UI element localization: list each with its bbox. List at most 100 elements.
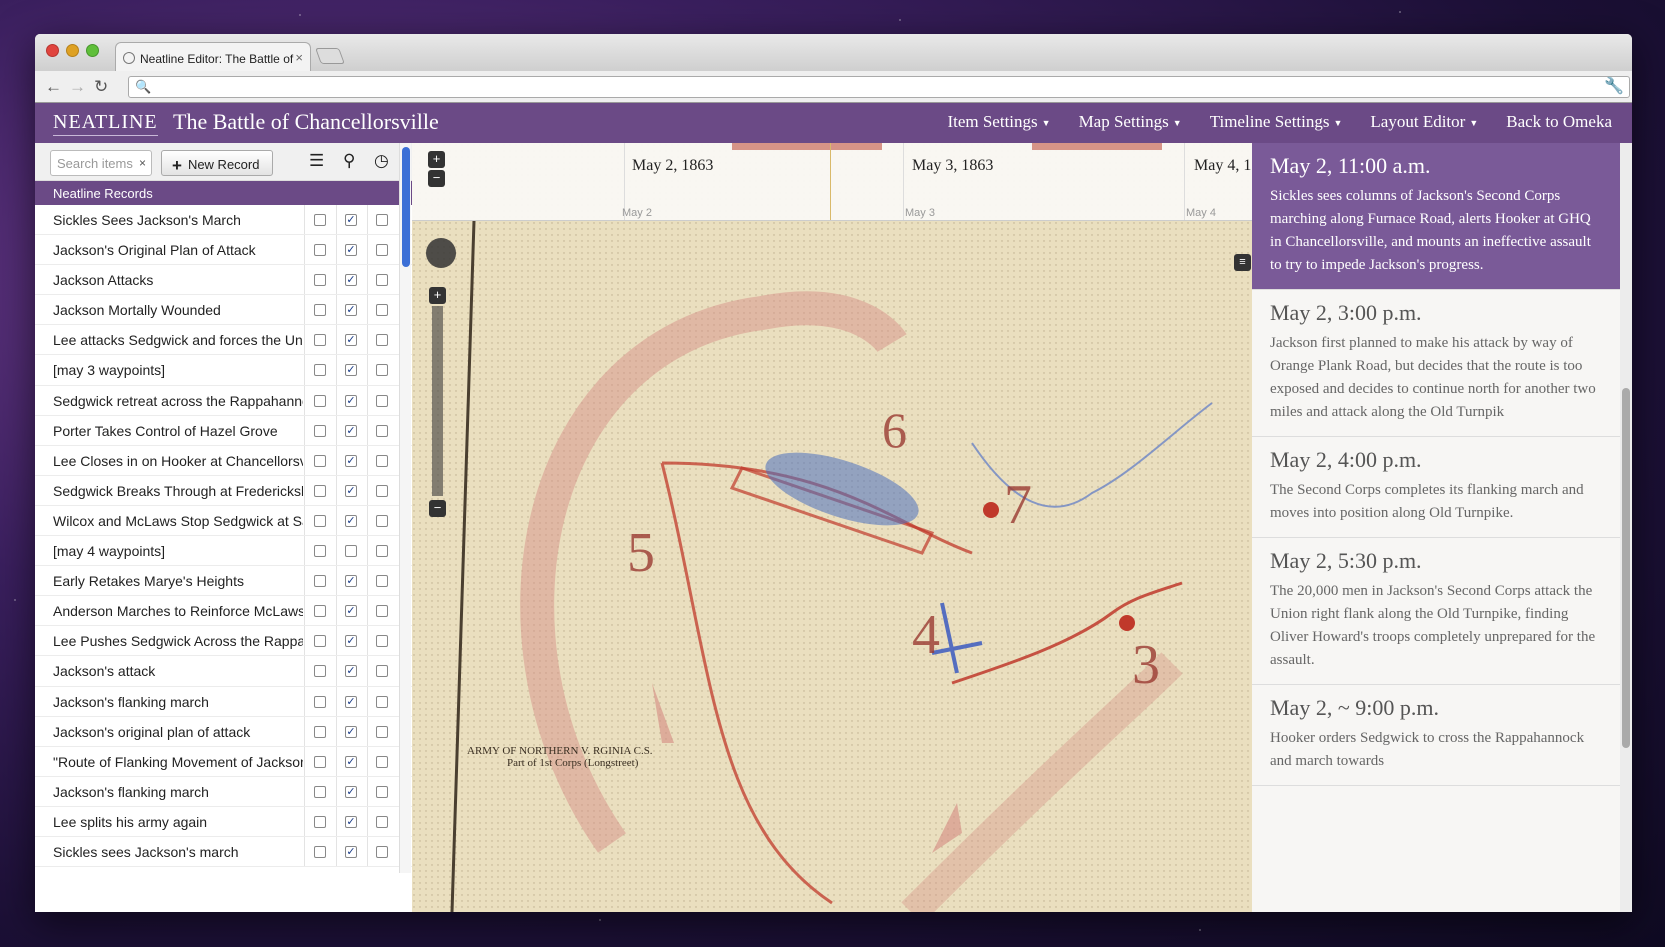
map-visibility-checkbox[interactable]: ✓ xyxy=(345,334,357,347)
list-visibility-checkbox[interactable] xyxy=(314,815,326,828)
timeline-visibility-checkbox[interactable] xyxy=(376,545,388,558)
map-visibility-checkbox[interactable]: ✓ xyxy=(345,575,357,588)
list-visibility-checkbox[interactable] xyxy=(314,605,326,618)
list-visibility-checkbox[interactable] xyxy=(314,484,326,497)
list-visibility-checkbox[interactable] xyxy=(314,545,326,558)
map-visibility-checkbox[interactable]: ✓ xyxy=(345,454,357,467)
record-title[interactable]: Porter Takes Control of Hazel Grove xyxy=(53,423,303,439)
sidebar-scrollbar[interactable] xyxy=(399,143,411,873)
list-visibility-checkbox[interactable] xyxy=(314,394,326,407)
timeline-visibility-checkbox[interactable] xyxy=(376,605,388,618)
record-title[interactable]: Lee Closes in on Hooker at Chancellorsvi xyxy=(53,453,303,469)
map-zoom-slider[interactable] xyxy=(432,306,443,496)
map-visibility-checkbox[interactable]: ✓ xyxy=(345,214,357,226)
map-visibility-checkbox[interactable]: ✓ xyxy=(345,635,357,648)
timeline-visibility-checkbox[interactable] xyxy=(376,484,388,497)
close-window-icon[interactable] xyxy=(46,44,59,57)
clear-search-icon[interactable]: × xyxy=(139,156,146,170)
map-visibility-checkbox[interactable] xyxy=(345,545,357,558)
timeline-visibility-checkbox[interactable] xyxy=(376,755,388,768)
record-title[interactable]: Lee attacks Sedgwick and forces the Unio xyxy=(53,332,303,348)
map-visibility-checkbox[interactable]: ✓ xyxy=(345,304,357,317)
timeline-visibility-checkbox[interactable] xyxy=(376,785,388,798)
record-row[interactable]: Sickles Sees Jackson's March ✓ xyxy=(35,205,412,236)
record-title[interactable]: [may 4 waypoints] xyxy=(53,543,303,559)
record-row[interactable]: Lee attacks Sedgwick and forces the Unio… xyxy=(35,325,412,356)
timeline-visibility-checkbox[interactable] xyxy=(376,274,388,287)
timeline-visibility-checkbox[interactable] xyxy=(376,364,388,377)
record-row[interactable]: Wilcox and McLaws Stop Sedgwick at Sa ✓ xyxy=(35,505,412,537)
list-visibility-checkbox[interactable] xyxy=(314,274,326,287)
neatline-logo[interactable]: NEATLINE xyxy=(53,111,158,136)
record-title[interactable]: Lee Pushes Sedgwick Across the Rappah xyxy=(53,633,303,649)
back-icon[interactable]: ← xyxy=(45,77,62,97)
scroll-thumb[interactable] xyxy=(402,147,410,267)
record-row[interactable]: Jackson's Original Plan of Attack ✓ xyxy=(35,235,412,266)
record-title[interactable]: Jackson Attacks xyxy=(53,272,303,288)
timeline-visibility-checkbox[interactable] xyxy=(376,725,388,738)
menu-timeline-settings[interactable]: Timeline Settings ▼ xyxy=(1210,112,1343,132)
list-visibility-checkbox[interactable] xyxy=(314,785,326,798)
list-visibility-checkbox[interactable] xyxy=(314,454,326,467)
tab-close-icon[interactable]: × xyxy=(295,50,303,65)
record-title[interactable]: Sedgwick Breaks Through at Fredericksb xyxy=(53,483,303,499)
map-visibility-checkbox[interactable]: ✓ xyxy=(345,364,357,377)
timeline-visibility-checkbox[interactable] xyxy=(376,394,388,407)
map-visibility-checkbox[interactable]: ✓ xyxy=(345,514,357,527)
map-visibility-checkbox[interactable]: ✓ xyxy=(345,815,357,828)
map-visibility-checkbox[interactable]: ✓ xyxy=(345,274,357,287)
record-title[interactable]: Jackson's original plan of attack xyxy=(53,724,303,740)
reload-icon[interactable]: ↻ xyxy=(94,77,108,97)
timeline-visibility-checkbox[interactable] xyxy=(376,334,388,347)
map-pan-control[interactable] xyxy=(426,238,456,268)
record-row[interactable]: Jackson's flanking march ✓ xyxy=(35,776,412,807)
back-to-omeka-link[interactable]: Back to Omeka xyxy=(1506,112,1612,132)
timeline-visibility-checkbox[interactable] xyxy=(376,514,388,527)
minimize-window-icon[interactable] xyxy=(66,44,79,57)
maximize-window-icon[interactable] xyxy=(86,44,99,57)
narrative-event[interactable]: May 2, 11:00 a.m. Sickles sees columns of… xyxy=(1252,143,1620,290)
timeline-visibility-checkbox[interactable] xyxy=(376,214,388,226)
timeline-visibility-checkbox[interactable] xyxy=(376,454,388,467)
map-visibility-checkbox[interactable]: ✓ xyxy=(345,665,357,678)
timeline-zoom-in-button[interactable]: + xyxy=(428,151,445,168)
timeline[interactable]: May 2, 1863 May 3, 1863 May 4, 1 May 2 M… xyxy=(412,143,1252,221)
layers-icon[interactable]: ≡ xyxy=(1234,254,1251,271)
record-title[interactable]: Jackson Mortally Wounded xyxy=(53,302,303,318)
record-title[interactable]: Jackson's flanking march xyxy=(53,694,303,710)
timeline-visibility-checkbox[interactable] xyxy=(376,244,388,257)
record-title[interactable]: Wilcox and McLaws Stop Sedgwick at Sa xyxy=(53,513,303,529)
timeline-visibility-checkbox[interactable] xyxy=(376,635,388,648)
list-visibility-checkbox[interactable] xyxy=(314,845,326,858)
list-visibility-checkbox[interactable] xyxy=(314,575,326,588)
record-row[interactable]: Lee Pushes Sedgwick Across the Rappah ✓ xyxy=(35,626,412,657)
list-visibility-checkbox[interactable] xyxy=(314,695,326,708)
clock-icon[interactable]: ◷ xyxy=(374,151,389,171)
map-visibility-checkbox[interactable]: ✓ xyxy=(345,424,357,437)
forward-icon[interactable]: → xyxy=(69,77,86,97)
record-row[interactable]: Jackson Attacks ✓ xyxy=(35,265,412,296)
record-title[interactable]: Sedgwick retreat across the Rappahanno xyxy=(53,393,303,409)
record-title[interactable]: Lee splits his army again xyxy=(53,814,303,830)
record-row[interactable]: Sedgwick retreat across the Rappahanno ✓ xyxy=(35,385,412,416)
record-row[interactable]: Anderson Marches to Reinforce McLaws ✓ xyxy=(35,596,412,627)
menu-layout-editor[interactable]: Layout Editor ▼ xyxy=(1370,112,1478,132)
list-visibility-checkbox[interactable] xyxy=(314,424,326,437)
record-row[interactable]: Jackson's original plan of attack ✓ xyxy=(35,716,412,747)
address-bar[interactable]: 🔍 xyxy=(128,76,1630,98)
record-title[interactable]: Sickles sees Jackson's march xyxy=(53,844,303,860)
list-visibility-checkbox[interactable] xyxy=(314,665,326,678)
timeline-visibility-checkbox[interactable] xyxy=(376,575,388,588)
record-title[interactable]: "Route of Flanking Movement of Jackson' xyxy=(53,754,303,770)
timeline-visibility-checkbox[interactable] xyxy=(376,304,388,317)
record-row[interactable]: Porter Takes Control of Hazel Grove ✓ xyxy=(35,415,412,446)
record-row[interactable]: Early Retakes Marye's Heights ✓ xyxy=(35,566,412,597)
narrative-event[interactable]: May 2, 3:00 p.m. Jackson first planned to… xyxy=(1252,290,1620,437)
menu-map-settings[interactable]: Map Settings ▼ xyxy=(1079,112,1182,132)
map-view[interactable]: 6 7 5 4 3 ARMY OF NORTHERN V. RGINIA C.S… xyxy=(412,143,1252,912)
narrative-event[interactable]: May 2, ~ 9:00 p.m. Hooker orders Sedgwick… xyxy=(1252,685,1620,786)
timeline-visibility-checkbox[interactable] xyxy=(376,424,388,437)
record-row[interactable]: Sedgwick Breaks Through at Fredericksb ✓ xyxy=(35,475,412,506)
menu-item-settings[interactable]: Item Settings ▼ xyxy=(947,112,1050,132)
record-row[interactable]: [may 3 waypoints] ✓ xyxy=(35,355,412,386)
